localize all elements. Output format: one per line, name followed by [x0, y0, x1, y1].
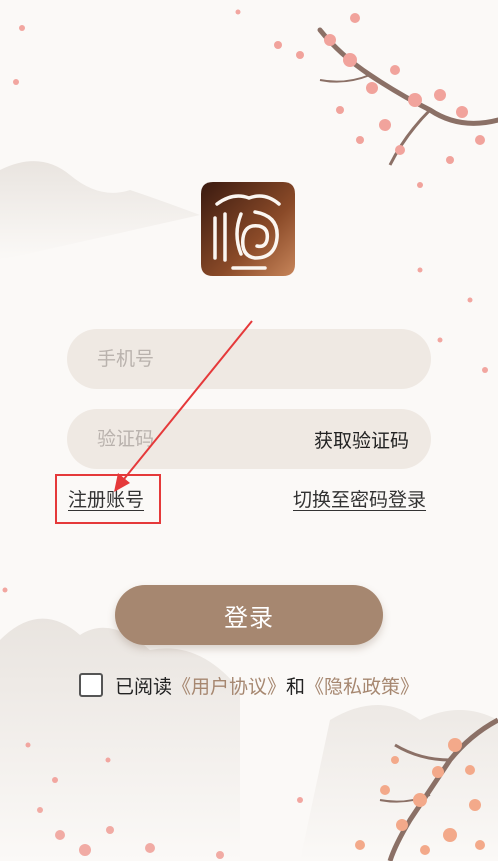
- get-code-button[interactable]: 获取验证码: [314, 426, 409, 453]
- user-agreement-link[interactable]: 《用户协议》: [172, 672, 286, 699]
- annotation-highlight-box: [55, 474, 161, 524]
- phone-field[interactable]: [67, 329, 431, 389]
- agreement-checkbox[interactable]: [79, 673, 103, 697]
- code-input[interactable]: [95, 427, 314, 451]
- agreement-connector: 和: [286, 675, 306, 698]
- agreement-row: 已阅读 《用户协议》 和 《隐私政策》: [79, 672, 419, 698]
- seal-logo-icon: [201, 182, 295, 276]
- agreement-prefix: 已阅读: [115, 675, 173, 698]
- code-field[interactable]: 获取验证码: [67, 409, 431, 469]
- privacy-policy-link[interactable]: 《隐私政策》: [305, 672, 419, 699]
- login-button[interactable]: 登录: [115, 585, 383, 645]
- phone-input[interactable]: [95, 347, 409, 371]
- switch-password-login-link[interactable]: 切换至密码登录: [293, 485, 426, 512]
